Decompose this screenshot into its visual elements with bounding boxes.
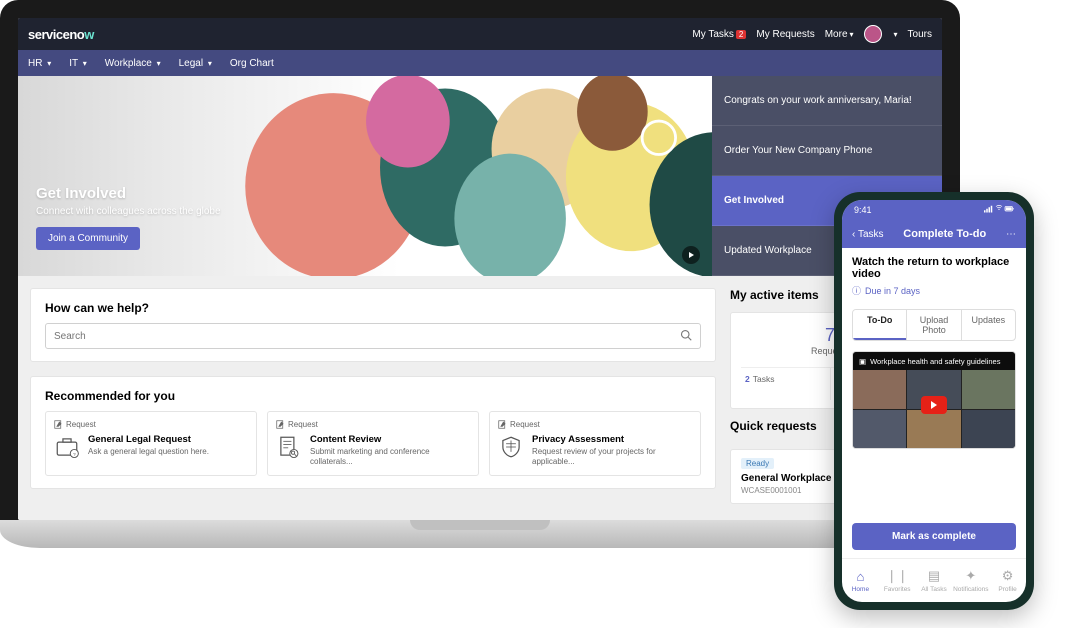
due-label: Due in 7 days (852, 284, 1016, 297)
top-header: servicenow My Tasks2 My Requests More▾ ▾… (18, 18, 942, 50)
tab-updates[interactable]: Updates (961, 310, 1015, 340)
shield-icon (498, 434, 524, 460)
rec-tag: Request (276, 420, 470, 429)
subnav-orgchart[interactable]: Org Chart (230, 58, 274, 69)
hero-illustration (222, 76, 713, 276)
laptop-mockup: servicenow My Tasks2 My Requests More▾ ▾… (0, 0, 960, 548)
rec-title: Privacy Assessment (532, 434, 692, 445)
chevron-down-icon: ▾ (850, 30, 854, 39)
help-title: How can we help? (45, 301, 701, 315)
search-input[interactable] (54, 331, 680, 342)
nav-tours[interactable]: Tours (908, 29, 932, 40)
briefcase-icon: ? (54, 434, 80, 460)
bookmark-icon: ❘❘ (886, 568, 908, 584)
subnav-legal[interactable]: Legal ▾ (179, 58, 212, 69)
nav-notifications[interactable]: ✦Notifications (952, 559, 989, 602)
rec-desc: Ask a general legal question here. (88, 447, 209, 457)
edit-icon (54, 420, 63, 429)
announcement-phone[interactable]: Order Your New Company Phone (712, 126, 942, 176)
nav-favorites[interactable]: ❘❘Favorites (879, 559, 916, 602)
nav-alltasks[interactable]: ▤All Tasks (916, 559, 953, 602)
phone-status-bar: 9:41 (842, 200, 1026, 220)
search-icon (680, 329, 692, 344)
rec-tag: Request (54, 420, 248, 429)
edit-icon (276, 420, 285, 429)
rec-tag: Request (498, 420, 692, 429)
recommended-panel: Recommended for you Request ? (30, 376, 716, 489)
rec-desc: Request review of your projects for appl… (532, 447, 692, 467)
rec-card-privacy[interactable]: Request Privacy Assessment Request revie… (489, 411, 701, 476)
nav-profile[interactable]: ⚙Profile (989, 559, 1026, 602)
gear-icon: ⚙ (1002, 568, 1014, 584)
rec-card-content[interactable]: Request Content Review Submit marketing … (267, 411, 479, 476)
search-box[interactable] (45, 323, 701, 349)
tab-todo[interactable]: To-Do (853, 310, 906, 340)
avatar[interactable] (864, 25, 882, 43)
svg-text:?: ? (73, 452, 76, 458)
help-panel: How can we help? (30, 288, 716, 362)
nav-more[interactable]: More▾ (825, 29, 854, 40)
youtube-play-icon[interactable] (921, 396, 947, 414)
edit-icon (498, 420, 507, 429)
back-button[interactable]: ‹ Tasks (852, 229, 884, 240)
home-icon: ⌂ (856, 569, 864, 584)
mytasks-badge: 2 (736, 30, 746, 39)
rec-title: Content Review (310, 434, 470, 445)
rec-title: General Legal Request (88, 434, 209, 445)
subnav-hr[interactable]: HR ▾ (28, 58, 51, 69)
video-brand-icon: ▣ (859, 357, 866, 366)
quick-requests-title: Quick requests (730, 419, 817, 433)
avatar-chevron-icon: ▾ (894, 30, 898, 39)
phone-bottom-nav: ⌂Home ❘❘Favorites ▤All Tasks ✦Notificati… (842, 558, 1026, 602)
tasks-count[interactable]: 2Tasks (741, 368, 830, 400)
status-badge: Ready (741, 458, 774, 469)
phone-page-title: Complete To-do (903, 228, 986, 240)
hero-subtitle: Connect with colleagues across the globe (36, 206, 221, 217)
nav-myrequests[interactable]: My Requests (756, 29, 814, 40)
signal-icons (984, 205, 1014, 216)
bell-icon: ✦ (965, 568, 976, 584)
tab-upload[interactable]: Upload Photo (906, 310, 960, 340)
mark-complete-button[interactable]: Mark as complete (852, 523, 1016, 550)
video-thumbnail[interactable]: ▣Workplace health and safety guidelines (852, 351, 1016, 449)
hero-banner: Get Involved Connect with colleagues acr… (18, 76, 712, 276)
document-icon (276, 434, 302, 460)
rec-desc: Submit marketing and conference collater… (310, 447, 470, 467)
sub-nav: HR ▾ IT ▾ Workplace ▾ Legal ▾ Org Chart (18, 50, 942, 76)
rec-card-legal[interactable]: Request ? General Legal Request Ask a ge… (45, 411, 257, 476)
more-icon[interactable]: ⋯ (1006, 229, 1016, 240)
subnav-it[interactable]: IT ▾ (69, 58, 87, 69)
announcement-anniversary[interactable]: Congrats on your work anniversary, Maria… (712, 76, 942, 126)
list-icon: ▤ (928, 568, 940, 584)
join-community-button[interactable]: Join a Community (36, 227, 140, 250)
logo: servicenow (28, 27, 94, 42)
nav-mytasks[interactable]: My Tasks2 (692, 29, 746, 40)
nav-home[interactable]: ⌂Home (842, 559, 879, 602)
hero-title: Get Involved (36, 185, 221, 202)
phone-mockup: 9:41 ‹ Tasks Complete To-do ⋯ Watch the … (834, 192, 1034, 610)
recommended-title: Recommended for you (45, 389, 701, 403)
phone-tabs: To-Do Upload Photo Updates (852, 309, 1016, 341)
subnav-workplace[interactable]: Workplace ▾ (105, 58, 161, 69)
play-icon[interactable] (682, 246, 700, 264)
task-title: Watch the return to workplace video (852, 256, 1016, 280)
phone-header: ‹ Tasks Complete To-do ⋯ (842, 220, 1026, 248)
